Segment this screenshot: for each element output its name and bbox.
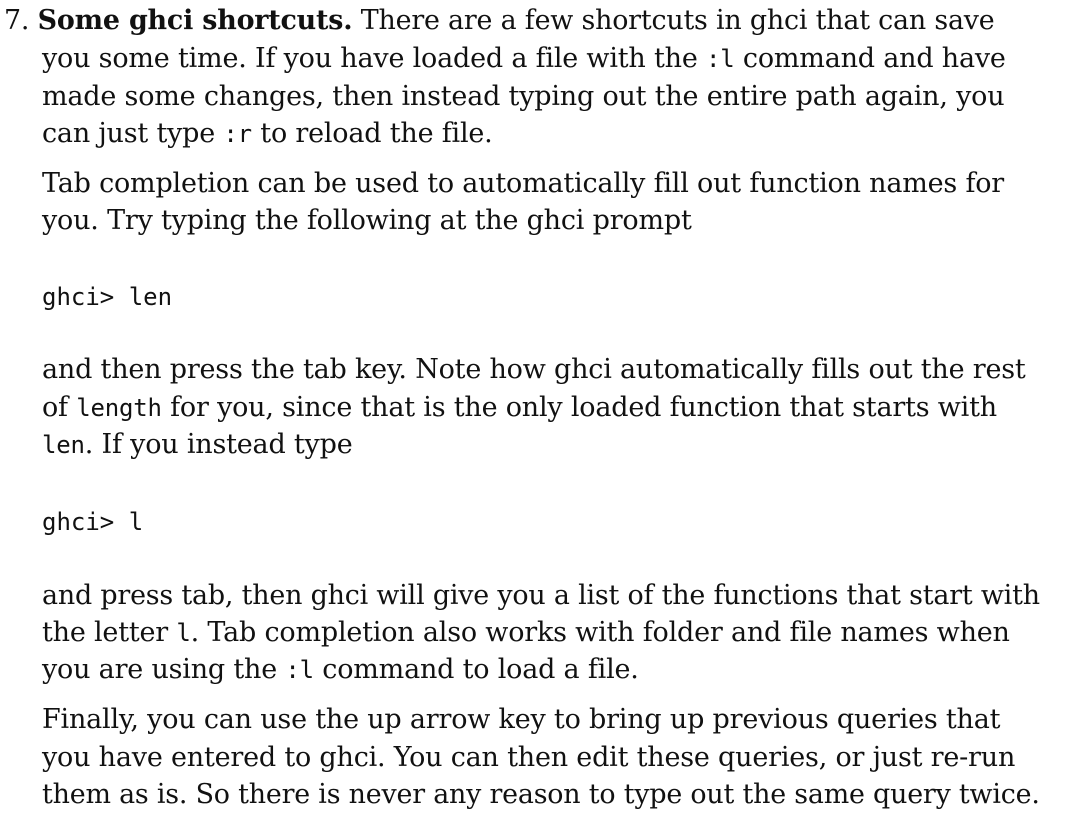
paragraph-line: you. Try typing the following at the ghc…	[42, 202, 692, 239]
code-block: ghci> l	[42, 508, 144, 536]
inline-code: len	[42, 431, 85, 459]
paragraph-line: you some time. If you have loaded a file…	[42, 40, 1006, 78]
inline-code: length	[76, 394, 162, 422]
paragraph-text: for you, since that is the only loaded f…	[170, 392, 997, 423]
paragraph-text: and press tab, then ghci will give you a…	[42, 580, 1040, 611]
paragraph-line: you are using the :l command to load a f…	[42, 651, 639, 689]
paragraph-text: of	[42, 392, 68, 423]
paragraph-text: you are using the	[42, 654, 277, 685]
paragraph-line: len. If you instead type	[42, 426, 353, 464]
document-page: 7. Some ghci shortcuts. There are a few …	[0, 0, 1066, 825]
paragraph-line: them as is. So there is never any reason…	[42, 776, 1040, 813]
inline-code: :l	[706, 45, 735, 73]
paragraph-text: them as is. So there is never any reason…	[42, 779, 1040, 810]
paragraph-line: and then press the tab key. Note how ghc…	[42, 351, 1026, 388]
paragraph-text: the letter	[42, 617, 168, 648]
item-heading-line: 7. Some ghci shortcuts. There are a few …	[4, 2, 1040, 39]
paragraph-text: you have entered to ghci. You can then e…	[42, 742, 1016, 773]
paragraph-line: Tab completion can be used to automatica…	[42, 165, 1004, 202]
paragraph-line: the letter l. Tab completion also works …	[42, 614, 1010, 652]
paragraph-text: There are a few shortcuts in ghci that c…	[360, 5, 995, 36]
paragraph-text: to reload the file.	[260, 118, 493, 149]
paragraph-text: you. Try typing the following at the ghc…	[42, 205, 692, 236]
item-number: 7.	[4, 5, 30, 36]
paragraph-line: Finally, you can use the up arrow key to…	[42, 701, 1000, 738]
paragraph-text: Tab completion can be used to automatica…	[42, 168, 1005, 199]
code-block: ghci> len	[42, 283, 173, 311]
inline-code: :r	[223, 120, 252, 148]
inline-code: :l	[285, 656, 314, 684]
paragraph-line: and press tab, then ghci will give you a…	[42, 577, 1040, 614]
paragraph-text: command and have	[742, 43, 1006, 74]
paragraph-text: you some time. If you have loaded a file…	[42, 43, 698, 74]
item-title: Some ghci shortcuts.	[37, 5, 353, 36]
paragraph-text: made some changes, then instead typing o…	[42, 81, 1005, 112]
paragraph-text: and then press the tab key. Note how ghc…	[42, 354, 1026, 385]
paragraph-line: can just type :r to reload the file.	[42, 115, 493, 153]
paragraph-text: Finally, you can use the up arrow key to…	[42, 704, 1001, 735]
paragraph-text: . If you instead type	[84, 429, 353, 460]
paragraph-text: can just type	[42, 118, 216, 149]
paragraph-text: command to load a file.	[322, 654, 639, 685]
paragraph-line: of length for you, since that is the onl…	[42, 389, 997, 427]
paragraph-text: . Tab completion also works with folder …	[190, 617, 1010, 648]
paragraph-line: you have entered to ghci. You can then e…	[42, 739, 1015, 776]
inline-code: l	[176, 619, 191, 647]
paragraph-line: made some changes, then instead typing o…	[42, 78, 1005, 115]
